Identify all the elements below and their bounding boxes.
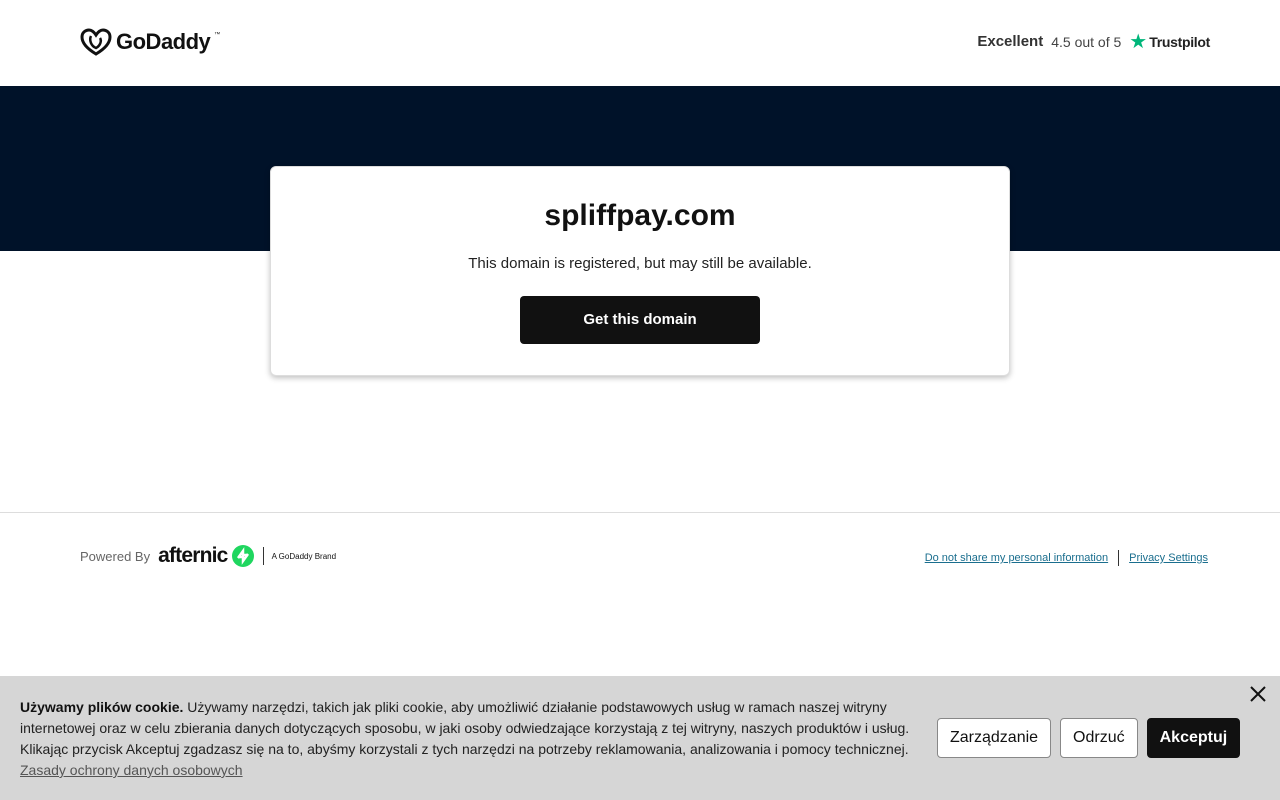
footer-divider [0,512,1280,513]
reject-button[interactable]: Odrzuć [1060,718,1138,758]
domain-card: spliffpay.com This domain is registered,… [270,166,1010,376]
footer-links: Do not share my personal information Pri… [925,550,1208,566]
trademark-mark: ™ [214,32,221,38]
link-separator [1118,550,1120,566]
rating-label: Excellent [977,33,1044,50]
domain-status-message: This domain is registered, but may still… [468,255,812,272]
trustpilot-brand: Trustpilot [1149,33,1210,50]
powered-by-label: Powered By [80,548,151,564]
cookie-banner: Używamy plików cookie. Używamy narzędzi,… [0,676,1280,800]
cookie-buttons: Zarządzanie Odrzuć Akceptuj [937,718,1241,758]
afternic-arrows-icon [231,545,254,567]
accept-button[interactable]: Akceptuj [1146,718,1241,758]
close-icon[interactable] [1248,684,1268,704]
site-header: GoDaddy ™ Excellent 4.5 out of 5 ★ Trust… [0,0,1280,86]
star-icon: ★ [1129,30,1148,53]
do-not-share-link[interactable]: Do not share my personal information [925,552,1108,564]
afternic-logo-text[interactable]: afternic [158,544,228,568]
powered-by: Powered By afternic A GoDaddy Brand [80,544,336,568]
cookie-heading: Używamy plików cookie. [20,699,184,715]
trustpilot-rating[interactable]: Excellent 4.5 out of 5 ★ Trustpilot [977,30,1210,53]
privacy-settings-link[interactable]: Privacy Settings [1129,552,1208,564]
logo-text: GoDaddy [116,29,211,54]
cookie-message: Używamy plików cookie. Używamy narzędzi,… [20,697,920,781]
rating-score: 4.5 out of 5 [1051,33,1122,50]
get-this-domain-button[interactable]: Get this domain [520,296,760,344]
godaddy-brand-line: A GoDaddy Brand [271,551,337,561]
brand-separator [262,547,264,565]
manage-button[interactable]: Zarządzanie [937,718,1052,758]
privacy-policy-link[interactable]: Zasady ochrony danych osobowych [20,762,243,778]
godaddy-heart-icon [80,28,112,56]
domain-name: spliffpay.com [544,199,736,232]
godaddy-logo[interactable]: GoDaddy ™ [80,28,220,56]
